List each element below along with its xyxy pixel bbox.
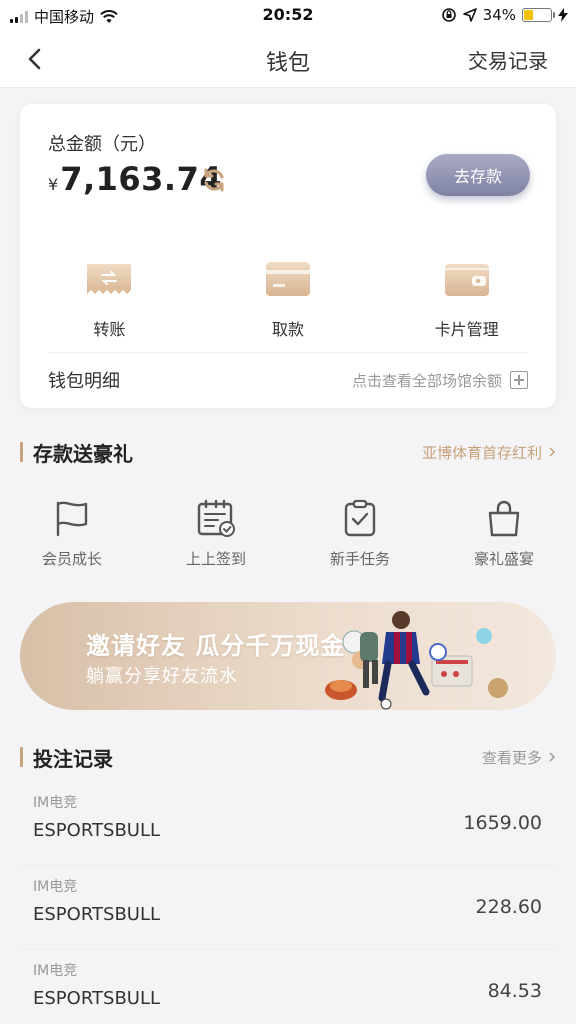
invite-friends-banner[interactable]: 邀请好友 瓜分千万现金 躺赢分享好友流水 [20,602,556,710]
sign-in-label: 上上签到 [185,550,246,568]
chevron-right-icon [549,447,556,457]
bet-provider: IM电竞 [33,963,78,979]
view-more-link[interactable]: 查看更多 [482,747,556,768]
transfer-button[interactable]: 转账 [20,260,199,350]
all-venue-balance-link[interactable]: 点击查看全部场馆余额 [352,370,528,391]
bet-amount: 84.53 [487,980,542,1002]
member-growth-button[interactable]: 会员成长 [0,498,144,578]
status-bar: 中国移动 20:52 34% [0,0,576,30]
wallet-card: 总金额（元） ¥ 7,163.74 去存款 转账 取款 卡片管理 钱包明细 点击… [20,104,556,408]
clipboard-check-icon [344,499,376,537]
bet-section-title: 投注记录 [33,746,113,771]
section-accent-bar [20,747,23,767]
withdraw-button[interactable]: 取款 [199,260,378,350]
bet-section-header: 投注记录 查看更多 [20,742,556,772]
battery-percent: 34% [482,6,516,24]
chevron-right-icon [549,752,556,762]
transfer-label: 转账 [93,320,126,339]
promo-section-header: 存款送豪礼 亚博体育首存红利 [20,437,556,467]
bet-record-row[interactable]: IM电竞 ESPORTSBULL 84.53 [20,950,556,1024]
battery-icon [522,8,555,22]
section-accent-bar [20,442,23,462]
bet-provider: IM电竞 [33,795,78,811]
refresh-icon[interactable] [200,166,228,194]
bet-game-name: ESPORTSBULL [33,820,161,841]
promo-quick-links: 会员成长 上上签到 新手任务 豪礼盛宴 [0,498,576,578]
bet-provider: IM电竞 [33,879,78,895]
bet-game-name: ESPORTSBULL [33,988,161,1009]
currency-symbol: ¥ [48,175,59,194]
withdraw-label: 取款 [272,320,305,339]
calendar-check-icon [197,499,235,537]
transfer-icon [87,264,132,294]
card-manage-icon [444,264,489,296]
all-venue-balance-text: 点击查看全部场馆余额 [351,371,502,390]
deposit-button[interactable]: 去存款 [426,154,530,196]
bet-record-row[interactable]: IM电竞 ESPORTSBULL 228.60 [20,866,556,950]
plus-square-icon [510,371,528,389]
bet-record-row[interactable]: IM电竞 ESPORTSBULL 1659.00 [20,782,556,866]
sports-players-illustration [325,611,508,710]
orientation-lock-icon [441,8,456,22]
promo-section-title-wrap: 存款送豪礼 [20,438,133,467]
newbie-task-label: 新手任务 [329,550,390,568]
flag-icon [56,501,88,537]
total-amount-label: 总金额（元） [48,134,156,155]
wallet-detail-label: 钱包明细 [48,371,120,392]
first-deposit-bonus-text: 亚博体育首存红利 [421,443,542,462]
card-manage-label: 卡片管理 [434,320,499,339]
sign-in-button[interactable]: 上上签到 [144,498,288,578]
transaction-history-link[interactable]: 交易记录 [468,45,548,74]
newbie-task-button[interactable]: 新手任务 [288,498,432,578]
total-amount-value: 7,163.74 [60,160,223,198]
member-growth-label: 会员成长 [41,550,102,568]
banner-title: 邀请好友 瓜分千万现金 [86,632,346,660]
nav-bar: 钱包 交易记录 [0,30,576,88]
location-icon [462,8,477,22]
bet-amount: 228.60 [475,896,542,918]
banner-subtitle: 躺赢分享好友流水 [86,666,238,687]
charging-icon [558,8,568,22]
gift-feast-button[interactable]: 豪礼盛宴 [432,498,576,578]
wallet-actions: 转账 取款 卡片管理 [20,260,556,350]
bet-section-title-wrap: 投注记录 [20,743,113,772]
first-deposit-bonus-link[interactable]: 亚博体育首存红利 [422,442,556,463]
card-manage-button[interactable]: 卡片管理 [377,260,556,350]
view-more-text: 查看更多 [481,748,542,767]
promo-section-title: 存款送豪礼 [33,441,133,466]
gift-feast-label: 豪礼盛宴 [473,550,534,568]
wallet-detail-row[interactable]: 钱包明细 点击查看全部场馆余额 [48,352,528,408]
status-right: 34% [441,6,568,24]
withdraw-icon [266,262,310,296]
bet-records-list: IM电竞 ESPORTSBULL 1659.00 IM电竞 ESPORTSBUL… [20,782,556,1024]
bet-game-name: ESPORTSBULL [33,904,161,925]
bet-amount: 1659.00 [463,812,542,834]
gift-bag-icon [488,500,520,537]
total-amount: ¥ 7,163.74 [48,160,222,198]
